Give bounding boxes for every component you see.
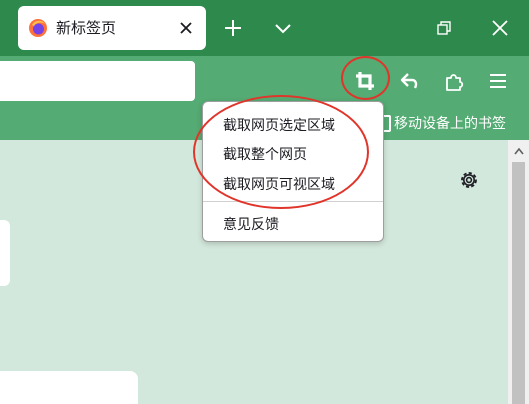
hamburger-menu-icon — [490, 74, 506, 88]
close-window-button[interactable] — [486, 14, 514, 42]
gear-icon[interactable] — [459, 170, 479, 190]
screenshot-highlight-ring — [341, 56, 390, 100]
list-all-tabs-button[interactable] — [269, 14, 297, 42]
tab-new-tab[interactable]: 新标签页 — [18, 6, 206, 50]
shortcut-card[interactable] — [0, 220, 10, 286]
app-menu-button[interactable] — [481, 64, 515, 98]
mobile-bookmarks-label: 移动设备上的书签 — [394, 116, 506, 132]
undo-arrow-icon — [400, 73, 418, 89]
menu-item-feedback[interactable]: 意见反馈 — [223, 214, 279, 234]
close-window-icon — [492, 20, 508, 36]
firefox-icon — [29, 19, 47, 37]
plus-icon — [225, 20, 241, 36]
restore-window-button[interactable] — [430, 14, 458, 42]
new-tab-button[interactable] — [219, 14, 247, 42]
close-icon[interactable] — [176, 18, 196, 38]
chevron-down-icon — [275, 24, 291, 34]
restore-window-icon — [437, 21, 451, 35]
menu-highlight-ring — [193, 95, 369, 209]
scrollbar[interactable] — [508, 140, 529, 404]
minimize-button[interactable] — [366, 14, 394, 42]
tab-title: 新标签页 — [56, 19, 117, 37]
extensions-button[interactable] — [437, 64, 471, 98]
puzzle-icon — [446, 74, 464, 91]
url-bar[interactable] — [0, 61, 195, 101]
mobile-bookmarks-folder[interactable]: 移动设备上的书签 — [378, 113, 506, 133]
title-bar: 新标签页 — [0, 0, 529, 56]
scroll-up-button[interactable] — [508, 140, 529, 162]
chevron-up-icon — [513, 147, 524, 155]
back-button[interactable] — [393, 64, 427, 98]
content-card[interactable] — [0, 371, 138, 404]
scrollbar-thumb[interactable] — [512, 162, 525, 404]
